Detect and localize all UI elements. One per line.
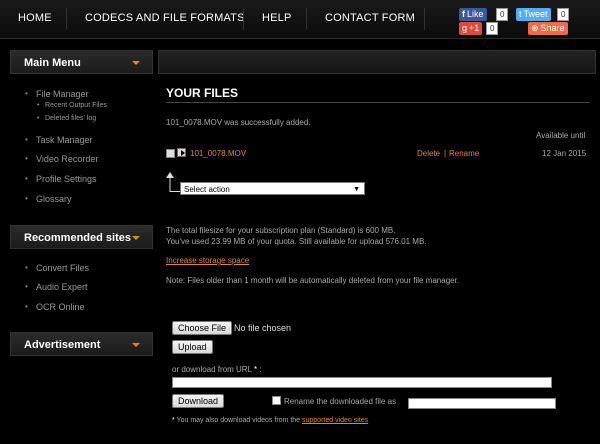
recommended-sites-header[interactable]: Recommended sites: [10, 225, 153, 249]
file-select-checkbox[interactable]: [166, 149, 175, 158]
sidebar-item-convert-files[interactable]: Convert Files: [25, 263, 89, 273]
increase-storage-link[interactable]: Increase storage space: [166, 256, 249, 265]
available-until-header: Available until: [536, 131, 586, 140]
sidebar-item-glossary[interactable]: Glossary: [25, 194, 71, 204]
quota-used: You've used 23.99 MB of your quota. Stil…: [166, 237, 427, 246]
tweet-count: 0: [557, 8, 570, 21]
upload-button[interactable]: Upload: [172, 340, 213, 354]
sidebar-item-task-manager[interactable]: Task Manager: [25, 135, 92, 145]
nav-home[interactable]: HOME: [18, 12, 52, 24]
chevron-down-icon: [132, 61, 140, 65]
nav-separator: [306, 8, 307, 30]
url-input[interactable]: [172, 377, 552, 388]
twitter-icon: t: [519, 9, 522, 19]
nav-separator: [243, 8, 244, 30]
quota-total: The total filesize for your subscription…: [166, 226, 396, 235]
nav-help[interactable]: HELP: [262, 12, 292, 24]
sidebar-item-profile-settings[interactable]: Profile Settings: [25, 174, 96, 184]
action-separator: |: [444, 149, 447, 158]
url-label: or download from URL * :: [172, 365, 262, 374]
facebook-like-button[interactable]: f Like: [459, 8, 487, 21]
play-icon[interactable]: [177, 148, 186, 157]
choose-file-button[interactable]: Choose File: [172, 321, 233, 335]
content-header-bar: [158, 50, 596, 74]
footnote: * You may also download videos from the …: [172, 417, 369, 424]
delete-link[interactable]: Delete: [417, 149, 440, 158]
rename-link[interactable]: Rename: [449, 149, 479, 158]
sidebar-item-ocr-online[interactable]: OCR Online: [25, 302, 84, 312]
chevron-down-icon: [132, 236, 140, 240]
retention-note: Note: Files older than 1 month will be a…: [166, 276, 460, 285]
nav-separator: [424, 8, 425, 30]
sidebar-item-video-recorder[interactable]: Video Recorder: [25, 154, 98, 164]
sidebar-item-audio-expert[interactable]: Audio Expert: [25, 282, 87, 292]
no-file-chosen-label: No file chosen: [234, 323, 292, 333]
nav-codecs[interactable]: CODECS AND FILE FORMATS: [85, 12, 245, 24]
chevron-down-icon: [132, 343, 140, 347]
success-message: 101_0078.MOV was successfully added.: [166, 118, 311, 127]
rename-input[interactable]: [408, 398, 556, 409]
share-button[interactable]: ⊕ Share: [528, 22, 568, 35]
top-navigation: HOME CODECS AND FILE FORMATS HELP CONTAC…: [0, 0, 600, 39]
dropdown-caret-icon: ▼: [353, 186, 360, 193]
sidebar-item-file-manager[interactable]: File Manager: [25, 89, 88, 99]
gplus-count: 0: [486, 22, 499, 35]
nav-contact[interactable]: CONTACT FORM: [325, 12, 415, 24]
supported-sites-link[interactable]: supported video sites: [302, 417, 368, 424]
tweet-button[interactable]: t Tweet: [516, 8, 551, 21]
rename-checkbox[interactable]: [272, 396, 281, 405]
main-menu-header[interactable]: Main Menu: [10, 50, 153, 74]
advertisement-header[interactable]: Advertisement: [10, 332, 153, 356]
gplus-icon: g: [462, 23, 468, 33]
download-button[interactable]: Download: [172, 394, 225, 408]
page-title: YOUR FILES: [166, 86, 239, 100]
select-action-dropdown[interactable]: Select action ▼: [180, 182, 365, 195]
sidebar-subitem-recent-output[interactable]: Recent Output Files: [37, 102, 107, 109]
nav-separator: [66, 8, 67, 30]
gplus-button[interactable]: g +1: [459, 22, 483, 35]
file-expiry-date: 12 Jan 2015: [542, 149, 587, 158]
file-name-link[interactable]: 101_0078.MOV: [190, 149, 246, 158]
facebook-icon: f: [462, 9, 465, 19]
share-icon: ⊕: [531, 23, 539, 33]
title-divider: [166, 102, 590, 103]
sidebar-subitem-deleted-log[interactable]: Deleted files' log: [37, 115, 96, 122]
like-count: 0: [496, 8, 509, 21]
rename-downloaded-label: Rename the downloaded file as: [284, 397, 397, 406]
